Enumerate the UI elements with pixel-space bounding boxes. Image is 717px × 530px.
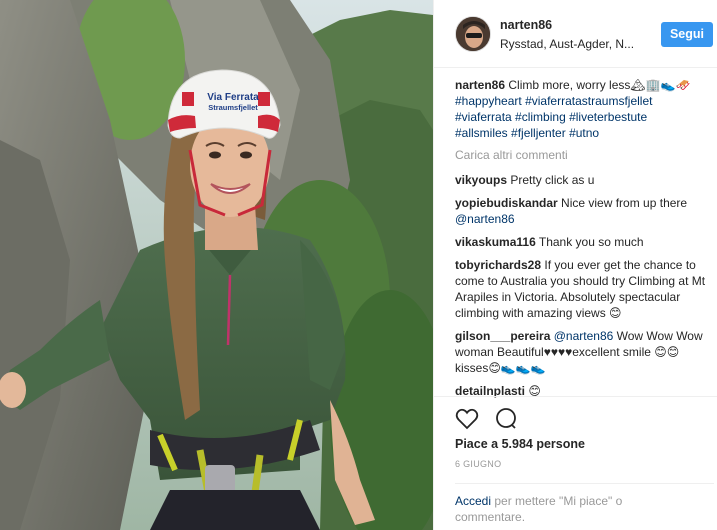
comment: gilson___pereira @narten86 Wow Wow Wow w…	[455, 328, 714, 376]
climber-photo	[0, 0, 433, 530]
comment: vikaskuma116 Thank you so much	[455, 234, 714, 250]
post-sidebar: narten86 Rysstad, Aust-Agder, N... Segui…	[433, 0, 717, 530]
comment-username[interactable]: tobyrichards28	[455, 258, 541, 272]
follow-button[interactable]: Segui	[661, 22, 713, 47]
comment-bubble-icon[interactable]	[494, 407, 518, 431]
avatar-image	[456, 17, 490, 51]
likes-count[interactable]: Piace a 5.984 persone	[455, 437, 585, 451]
hashtag[interactable]: #allsmiles	[455, 126, 508, 140]
caption: narten86 Climb more, worry less🏔🏢👟🛷 #hap…	[455, 77, 714, 141]
comment-mention[interactable]: @narten86	[554, 329, 614, 343]
comment-username[interactable]: vikyoups	[455, 173, 507, 187]
post-photo[interactable]: Via Ferrata Straumsfjellet	[0, 0, 433, 530]
comment: yopiebudiskandar Nice view from up there…	[455, 195, 714, 227]
helmet-label-line1: Via Ferrata	[207, 92, 259, 103]
post-header: narten86 Rysstad, Aust-Agder, N... Segui	[434, 0, 717, 68]
hashtag[interactable]: #utno	[569, 126, 599, 140]
hashtag[interactable]: #liveterbestute	[569, 110, 647, 124]
load-more-comments-link[interactable]: Carica altri commenti	[455, 147, 714, 163]
helmet-label: Via Ferrata Straumsfjellet	[203, 93, 263, 113]
helmet-label-line2: Straumsfjellet	[208, 103, 258, 112]
comment-text: Pretty click as u	[510, 173, 595, 187]
action-icons	[455, 407, 530, 431]
login-link[interactable]: Accedi	[455, 494, 491, 508]
avatar[interactable]	[455, 16, 491, 52]
comment: vikyoups Pretty click as u	[455, 172, 714, 188]
comment-text: Thank you so much	[538, 235, 644, 249]
hashtag[interactable]: #viaferrata	[455, 110, 512, 124]
post-location[interactable]: Rysstad, Aust-Agder, N...	[500, 37, 634, 51]
caption-text: Climb more, worry less🏔🏢👟🛷	[508, 78, 691, 92]
hashtag[interactable]: #viaferratastraumsfjellet	[525, 94, 652, 108]
hashtag[interactable]: #climbing	[515, 110, 566, 124]
comment-username[interactable]: yopiebudiskandar	[455, 196, 558, 210]
hashtag[interactable]: #fjelljenter	[511, 126, 566, 140]
caption-username[interactable]: narten86	[455, 78, 505, 92]
post-actions: Piace a 5.984 persone 6 GIUGNO Accedi pe…	[434, 396, 717, 530]
comments-list: narten86 Climb more, worry less🏔🏢👟🛷 #hap…	[455, 77, 714, 406]
comment: tobyrichards28 If you ever get the chanc…	[455, 257, 714, 321]
comment-username[interactable]: vikaskuma116	[455, 235, 536, 249]
post-date[interactable]: 6 GIUGNO	[455, 459, 501, 469]
hashtag[interactable]: #happyheart	[455, 94, 522, 108]
comment-username[interactable]: gilson___pereira	[455, 329, 550, 343]
divider	[455, 483, 714, 484]
comment-text: Nice view from up there	[561, 196, 688, 210]
login-prompt: Accedi per mettere "Mi piace" o commenta…	[455, 493, 655, 525]
post-author-username[interactable]: narten86	[500, 18, 552, 32]
comment-mention[interactable]: @narten86	[455, 212, 515, 226]
heart-icon[interactable]	[455, 407, 479, 431]
